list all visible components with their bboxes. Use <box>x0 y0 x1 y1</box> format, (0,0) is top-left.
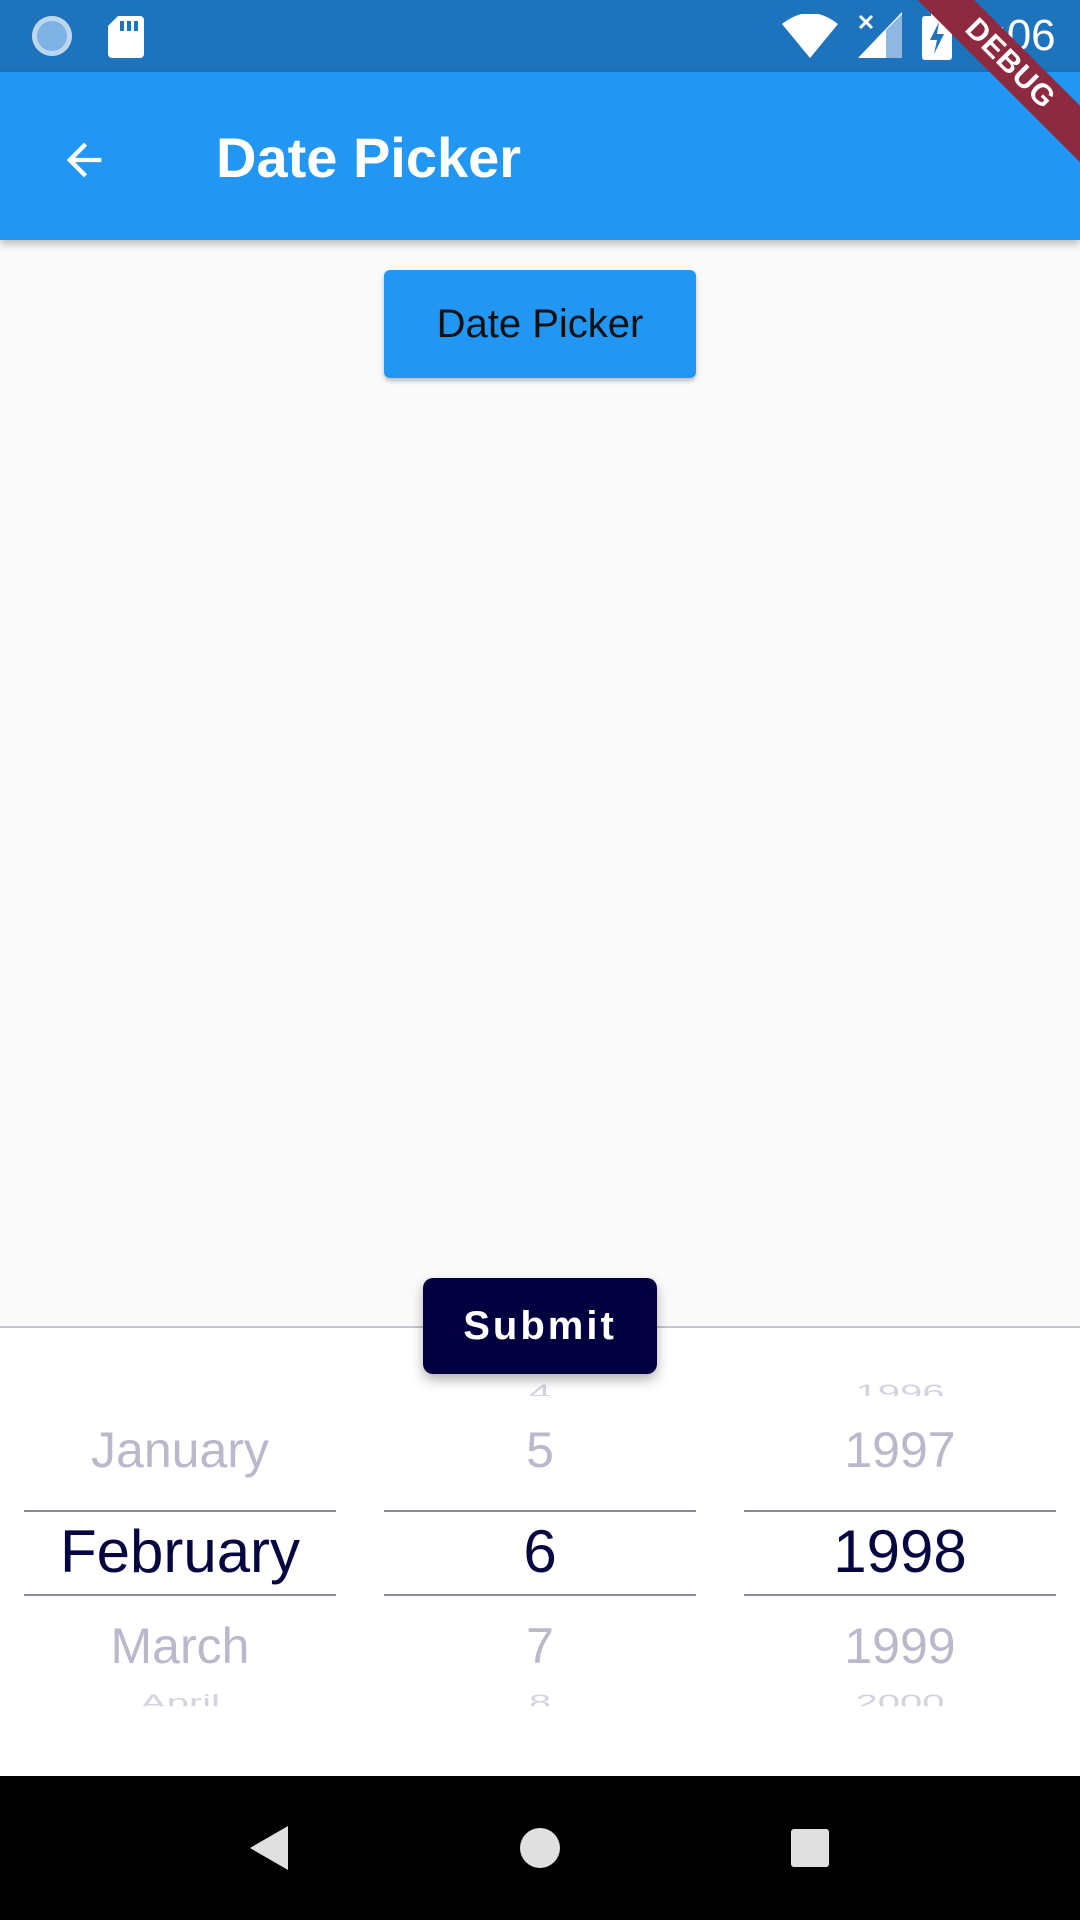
day-option[interactable]: 8 <box>384 1692 696 1706</box>
date-picker-button[interactable]: Date Picker <box>384 270 696 378</box>
day-option[interactable]: 4 <box>384 1382 696 1396</box>
loading-circle-icon <box>32 16 72 56</box>
selection-divider <box>24 1510 336 1512</box>
arrow-back-icon <box>66 142 102 178</box>
submit-button[interactable]: Submit <box>423 1278 657 1374</box>
selection-divider <box>384 1594 696 1596</box>
status-bar: 7:06 <box>0 0 1080 72</box>
day-option[interactable]: 7 <box>384 1614 696 1678</box>
wifi-icon <box>782 14 838 58</box>
selection-divider <box>384 1510 696 1512</box>
year-selected[interactable]: 1998 <box>744 1516 1056 1588</box>
sd-card-icon <box>108 16 144 58</box>
system-nav-bar <box>0 1776 1080 1920</box>
nav-recents-icon <box>791 1829 829 1867</box>
month-option[interactable]: March <box>24 1614 336 1678</box>
cell-signal-off-icon <box>858 12 902 58</box>
nav-back-button[interactable] <box>234 1812 306 1884</box>
year-option[interactable]: 1996 <box>744 1382 1056 1396</box>
month-option[interactable]: January <box>24 1418 336 1482</box>
day-selected[interactable]: 6 <box>384 1516 696 1588</box>
back-button[interactable] <box>40 116 128 204</box>
selection-divider <box>744 1510 1056 1512</box>
month-option[interactable] <box>24 1382 336 1396</box>
year-wheel[interactable]: 1996 1997 1998 1999 2000 <box>744 1370 1056 1730</box>
screen: 7:06 DEBUG Date Picker Date Picker Submi… <box>0 0 1080 1920</box>
day-wheel[interactable]: 4 5 6 7 8 <box>384 1370 696 1730</box>
page-title: Date Picker <box>216 126 522 189</box>
day-option[interactable]: 5 <box>384 1418 696 1482</box>
nav-recents-button[interactable] <box>774 1812 846 1884</box>
year-option[interactable]: 2000 <box>744 1692 1056 1706</box>
app-bar: Date Picker <box>0 72 1080 240</box>
nav-home-button[interactable] <box>504 1812 576 1884</box>
selection-divider <box>24 1594 336 1596</box>
year-option[interactable]: 1999 <box>744 1614 1056 1678</box>
nav-home-icon <box>520 1828 560 1868</box>
month-option[interactable]: April <box>24 1692 336 1706</box>
month-wheel[interactable]: January February March April <box>24 1370 336 1730</box>
nav-back-icon <box>250 1826 288 1870</box>
selection-divider <box>744 1594 1056 1596</box>
year-option[interactable]: 1997 <box>744 1418 1056 1482</box>
month-selected[interactable]: February <box>24 1516 336 1588</box>
